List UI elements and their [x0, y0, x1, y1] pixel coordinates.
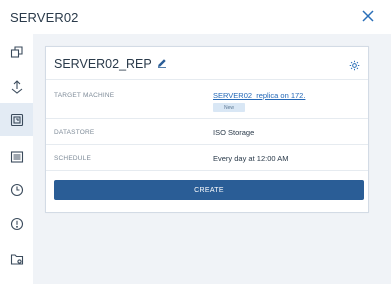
- create-button[interactable]: CREATE: [54, 180, 364, 200]
- datastore-value: ISO Storage: [213, 128, 255, 137]
- target-machine-link[interactable]: SERVER02_replica on 172.: [213, 91, 305, 100]
- pencil-icon[interactable]: [157, 57, 167, 71]
- activities-icon[interactable]: [0, 142, 33, 172]
- replication-plan-card: SERVER02_REP TARGET MACHINE SERVER02_rep…: [45, 46, 369, 213]
- sidebar: [0, 34, 33, 284]
- plan-name: SERVER02_REP: [54, 57, 152, 71]
- divider: [46, 144, 368, 145]
- alert-icon[interactable]: [0, 209, 33, 239]
- machines-icon[interactable]: [0, 37, 33, 67]
- divider: [46, 118, 368, 119]
- clock-icon[interactable]: [0, 175, 33, 205]
- recovery-icon[interactable]: [0, 72, 33, 102]
- dialog-title: SERVER02: [10, 10, 79, 25]
- replication-icon[interactable]: [0, 103, 33, 136]
- folder-settings-icon[interactable]: [0, 244, 33, 274]
- gear-icon[interactable]: [349, 58, 360, 76]
- dialog-header: SERVER02: [0, 0, 391, 34]
- target-machine-label: TARGET MACHINE: [54, 92, 115, 99]
- schedule-label: SCHEDULE: [54, 155, 91, 162]
- datastore-label: DATASTORE: [54, 129, 95, 136]
- main-panel: SERVER02_REP TARGET MACHINE SERVER02_rep…: [33, 34, 391, 284]
- divider: [46, 79, 368, 80]
- plan-title: SERVER02_REP: [54, 57, 167, 71]
- new-badge: New: [213, 103, 245, 112]
- close-icon[interactable]: [361, 9, 375, 23]
- divider: [46, 170, 368, 171]
- schedule-value: Every day at 12:00 AM: [213, 154, 289, 163]
